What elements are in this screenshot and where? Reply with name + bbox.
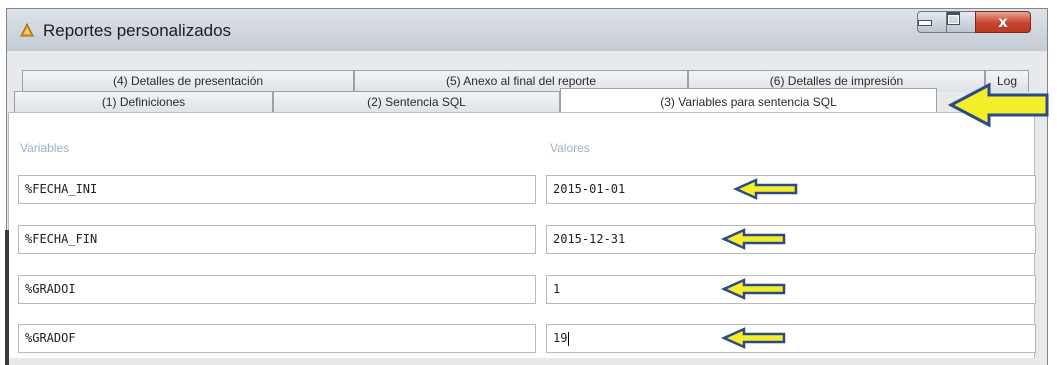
value-field[interactable]: 2015-12-31 — [546, 225, 1036, 254]
tab-variables-sql[interactable]: (3) Variables para sentencia SQL — [560, 88, 937, 114]
variable-field[interactable]: %FECHA_INI — [18, 175, 536, 204]
tab-detalles-presentacion[interactable]: (4) Detalles de presentación — [22, 70, 354, 92]
window-title: Reportes personalizados — [43, 21, 232, 40]
variable-field[interactable]: %FECHA_FIN — [18, 225, 536, 254]
values-header: Valores — [550, 141, 590, 155]
close-button[interactable]: x — [975, 11, 1031, 33]
window-edge-shadow — [5, 230, 9, 365]
annotation-arrow-icon — [720, 228, 786, 250]
text-caret — [568, 331, 570, 346]
variables-header: Variables — [20, 141, 70, 155]
title-bar[interactable]: Reportes personalizados x — [7, 9, 1047, 51]
maximize-button[interactable] — [946, 11, 976, 33]
maximize-icon — [947, 12, 960, 25]
annotation-arrow-icon — [732, 178, 798, 200]
variable-field[interactable]: %GRADOI — [18, 275, 536, 304]
minimize-icon — [918, 20, 932, 26]
tab-sentencia-sql[interactable]: (2) Sentencia SQL — [273, 91, 560, 113]
annotation-arrow-icon — [720, 278, 786, 300]
value-field[interactable]: 1 — [546, 275, 1036, 304]
app-icon — [20, 22, 34, 37]
value-text: 19 — [553, 331, 568, 345]
minimize-button[interactable] — [917, 11, 947, 33]
annotation-arrow-icon — [947, 82, 1049, 128]
value-field[interactable]: 19 — [546, 324, 1036, 353]
tab-definiciones[interactable]: (1) Definiciones — [14, 91, 273, 113]
annotation-arrow-icon — [720, 327, 786, 349]
close-icon: x — [998, 13, 1008, 31]
variable-field[interactable]: %GRADOF — [18, 324, 536, 353]
